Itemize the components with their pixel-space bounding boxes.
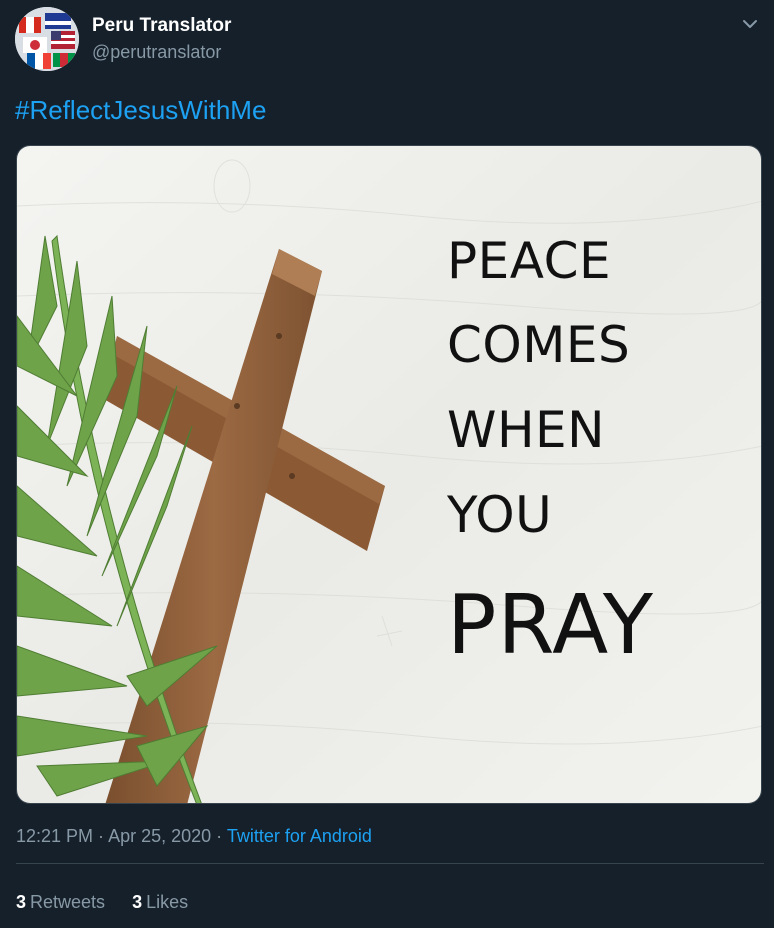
avatar[interactable]	[15, 7, 79, 71]
meta-separator: ·	[93, 826, 109, 846]
tweet-date[interactable]: Apr 25, 2020	[108, 826, 211, 846]
account-handle[interactable]: @perutranslator	[92, 42, 221, 63]
meta-separator: ·	[211, 826, 227, 846]
likes-count: 3	[132, 892, 143, 912]
image-text-line: YOU	[447, 486, 553, 544]
tweet-image[interactable]: PEACE COMES WHEN YOU PRAY	[16, 145, 762, 804]
image-text-line: WHEN	[447, 401, 606, 459]
divider	[16, 863, 764, 864]
flags-avatar-image	[15, 7, 79, 71]
account-name[interactable]: Peru Translator	[92, 15, 231, 37]
tweet-stats: 3 Retweets 3 Likes	[16, 892, 210, 913]
tweet-time[interactable]: 12:21 PM	[16, 826, 93, 846]
tweet-source-link[interactable]: Twitter for Android	[227, 826, 372, 846]
hashtag-link[interactable]: #ReflectJesusWithMe	[15, 95, 266, 126]
image-text-line: COMES	[447, 316, 631, 374]
image-text-emphasis: PRAY	[447, 578, 654, 673]
cross-palm-image	[17, 146, 761, 803]
retweets-count: 3	[16, 892, 27, 912]
tweet-metadata: 12:21 PM · Apr 25, 2020 · Twitter for An…	[16, 826, 372, 847]
image-text-line: PEACE	[447, 232, 612, 290]
chevron-down-icon[interactable]	[740, 14, 760, 34]
retweets-label: Retweets	[30, 892, 106, 912]
retweets-stat[interactable]: 3 Retweets	[16, 892, 105, 912]
likes-label: Likes	[146, 892, 189, 912]
likes-stat[interactable]: 3 Likes	[132, 892, 188, 912]
